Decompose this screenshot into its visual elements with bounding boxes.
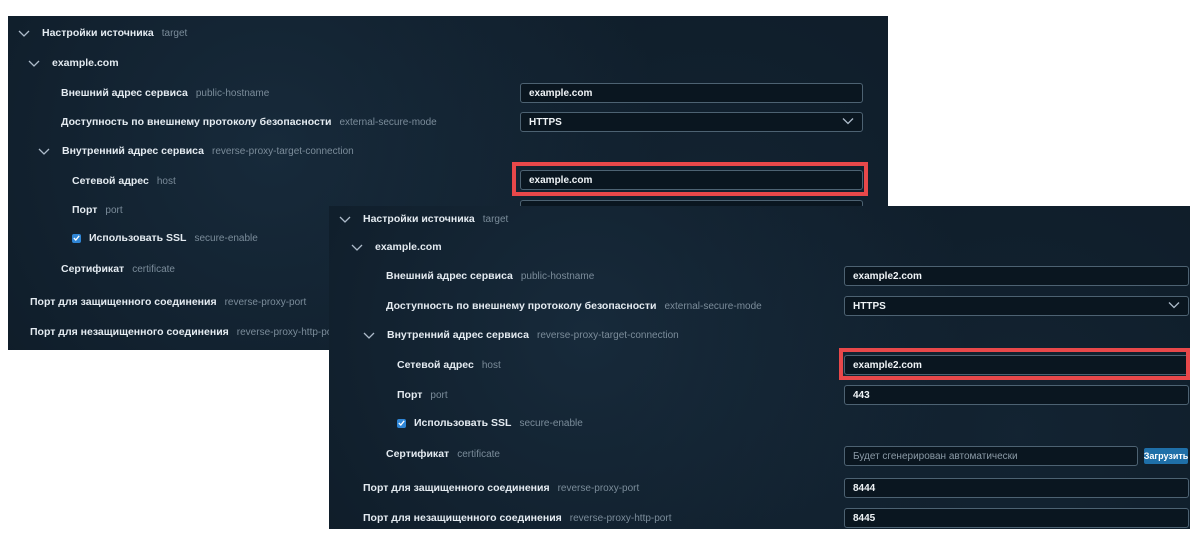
certificate-placeholder: Будет сгенерирован автоматически [853, 450, 1018, 462]
secure-enable-key: secure-enable [194, 232, 258, 244]
host-key: host [156, 175, 176, 187]
public-hostname-key: public-hostname [520, 270, 595, 282]
chevron-down-icon[interactable] [28, 58, 40, 68]
chevron-down-icon [1168, 301, 1180, 312]
secure-mode-key: external-secure-mode [339, 116, 437, 128]
public-hostname-input[interactable]: example.com [520, 83, 863, 103]
target-connection-key: reverse-proxy-target-connection [537, 329, 679, 341]
certificate-input[interactable]: Будет сгенерирован автоматически [844, 446, 1138, 466]
certificate-key: certificate [132, 263, 175, 275]
host-label: Сетевой адрес [397, 359, 474, 371]
chevron-down-icon [842, 117, 854, 128]
section-target-row[interactable]: Настройки источника target [329, 204, 1190, 234]
chevron-down-icon[interactable] [38, 146, 50, 156]
highlight-box [839, 348, 1190, 380]
public-hostname-value: example.com [529, 87, 593, 99]
host-key: host [481, 359, 501, 371]
certificate-key: certificate [457, 448, 500, 460]
proxy-http-port-input[interactable]: 8445 [844, 508, 1189, 528]
public-hostname-label: Внешний адрес сервиса [61, 87, 188, 99]
chevron-down-icon[interactable] [363, 330, 375, 340]
secure-enable-key: secure-enable [519, 417, 583, 429]
secure-enable-checkbox[interactable] [72, 233, 81, 243]
chevron-down-icon[interactable] [351, 242, 363, 252]
proxy-port-key: reverse-proxy-port [224, 296, 307, 308]
public-hostname-key: public-hostname [195, 87, 270, 99]
proxy-port-label: Порт для защищенного соединения [30, 296, 217, 308]
proxy-port-value: 8444 [853, 482, 876, 494]
public-hostname-label: Внешний адрес сервиса [386, 270, 513, 282]
secure-mode-label: Доступность по внешнему протоколу безопа… [386, 300, 657, 312]
section-target-row[interactable]: Настройки источника target [8, 18, 888, 48]
target-connection-label: Внутренний адрес сервиса [62, 145, 204, 157]
port-value: 443 [853, 389, 870, 401]
secure-mode-value: HTTPS [853, 300, 886, 312]
proxy-http-port-key: reverse-proxy-http-port [236, 326, 339, 338]
chevron-down-icon[interactable] [18, 28, 30, 38]
chevron-down-icon[interactable] [339, 214, 351, 224]
settings-panel-after: Настройки источника target example.com В… [329, 206, 1190, 529]
secure-mode-key: external-secure-mode [664, 300, 762, 312]
secure-enable-label: Использовать SSL [414, 417, 512, 429]
proxy-http-port-label: Порт для незащищенного соединения [363, 512, 562, 524]
public-hostname-value: example2.com [853, 270, 922, 282]
proxy-http-port-value: 8445 [853, 512, 876, 524]
port-key: port [105, 204, 123, 216]
proxy-port-key: reverse-proxy-port [557, 482, 640, 494]
port-key: port [430, 389, 448, 401]
upload-button[interactable]: Загрузить [1144, 448, 1188, 464]
source-row[interactable]: example.com [8, 48, 888, 78]
section-label: Настройки источника [363, 213, 475, 225]
secure-mode-select[interactable]: HTTPS [520, 112, 863, 132]
proxy-port-input[interactable]: 8444 [844, 478, 1189, 498]
secure-enable-checkbox[interactable] [397, 418, 406, 428]
port-label: Порт [397, 389, 423, 401]
secure-enable-label: Использовать SSL [89, 232, 187, 244]
source-label: example.com [52, 57, 119, 69]
certificate-label: Сертификат [386, 448, 450, 460]
host-label: Сетевой адрес [72, 175, 149, 187]
source-label: example.com [375, 241, 442, 253]
source-row[interactable]: example.com [329, 232, 1190, 262]
section-key: target [161, 27, 188, 39]
proxy-http-port-label: Порт для незащищенного соединения [30, 326, 229, 338]
highlight-box [512, 162, 868, 196]
public-hostname-input[interactable]: example2.com [844, 266, 1189, 286]
section-label: Настройки источника [42, 27, 154, 39]
secure-mode-select[interactable]: HTTPS [844, 296, 1189, 316]
certificate-label: Сертификат [61, 263, 125, 275]
secure-mode-label: Доступность по внешнему протоколу безопа… [61, 116, 332, 128]
section-key: target [482, 213, 509, 225]
target-connection-key: reverse-proxy-target-connection [212, 145, 354, 157]
target-connection-label: Внутренний адрес сервиса [387, 329, 529, 341]
secure-enable-row[interactable]: Использовать SSL secure-enable [329, 408, 1190, 438]
proxy-http-port-key: reverse-proxy-http-port [569, 512, 672, 524]
port-label: Порт [72, 204, 98, 216]
proxy-port-label: Порт для защищенного соединения [363, 482, 550, 494]
secure-mode-value: HTTPS [529, 116, 562, 128]
port-input[interactable]: 443 [844, 385, 1189, 405]
target-connection-row[interactable]: Внутренний адрес сервиса reverse-proxy-t… [329, 320, 1190, 350]
